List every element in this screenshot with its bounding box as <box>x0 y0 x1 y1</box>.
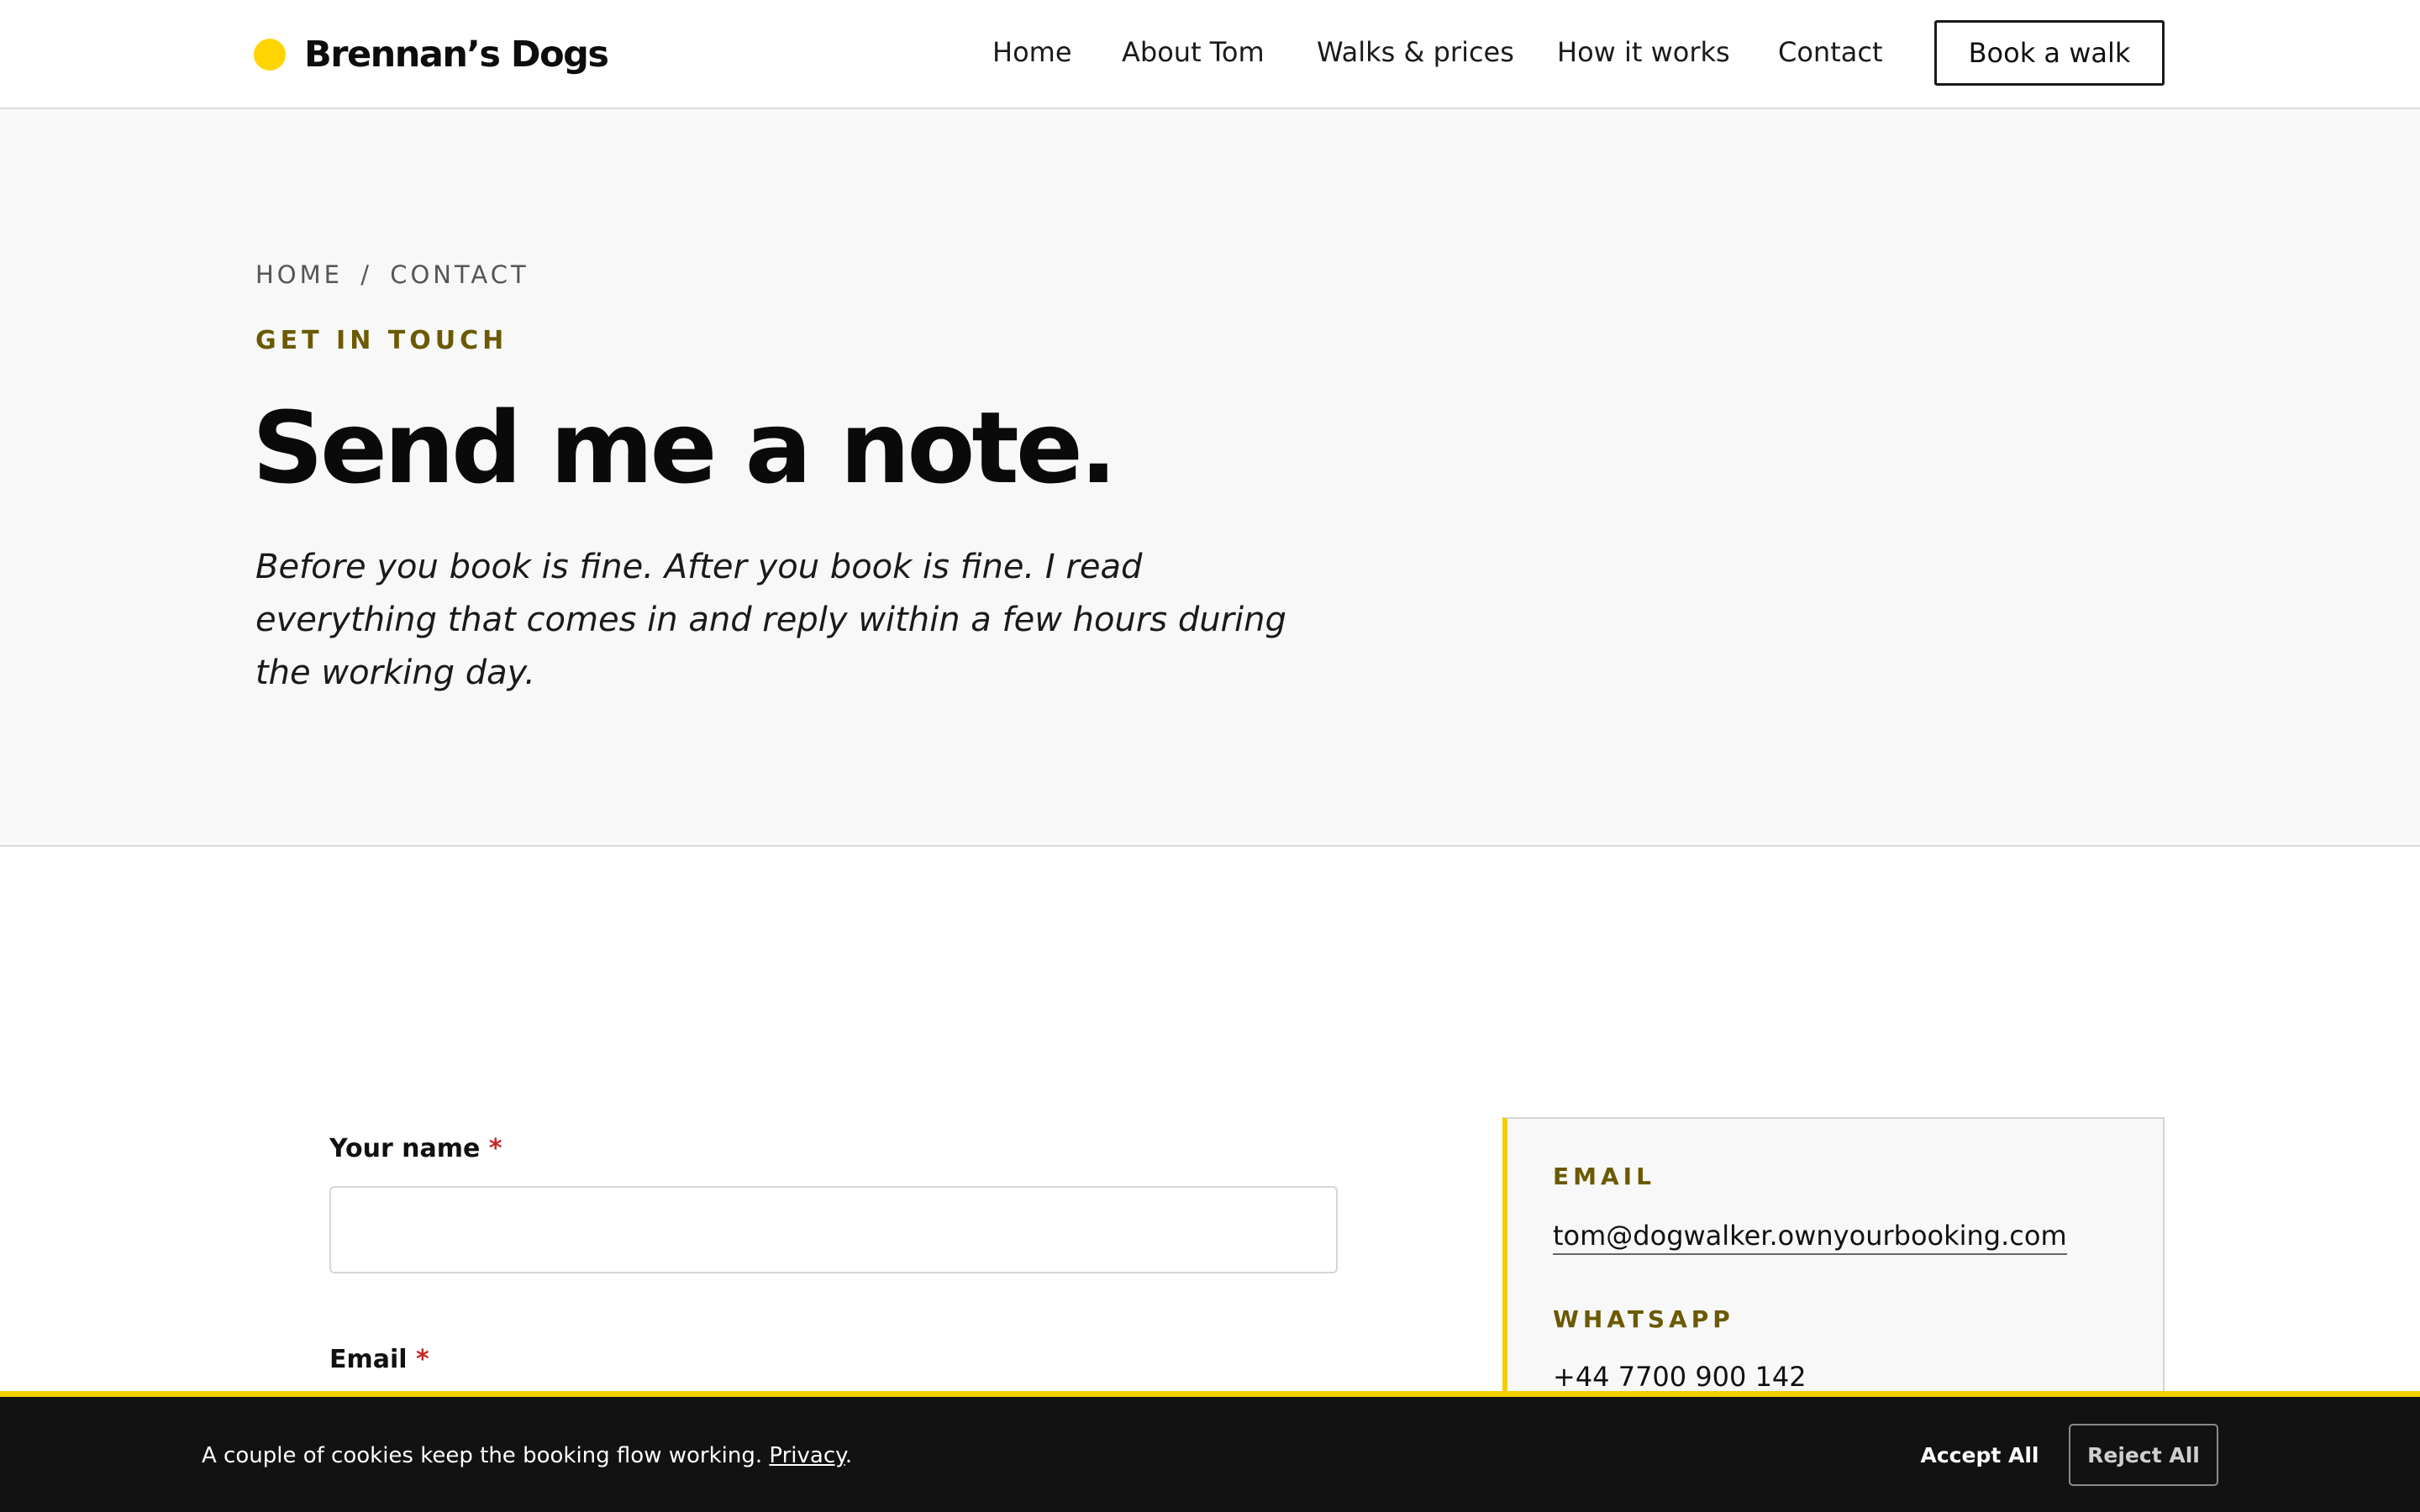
nav-item-home[interactable]: Home <box>992 36 1072 68</box>
breadcrumb-separator: / <box>360 260 372 289</box>
brand-logo[interactable]: Brennan’s Dogs <box>254 32 609 77</box>
whatsapp-heading: WHATSAPP <box>1553 1305 1734 1333</box>
required-mark: * <box>488 1134 502 1163</box>
breadcrumb-home[interactable]: HOME <box>255 260 343 289</box>
required-mark: * <box>416 1345 429 1374</box>
name-label-text: Your name <box>329 1134 481 1163</box>
email-link[interactable]: tom@dogwalker.ownyourbooking.com <box>1553 1220 2067 1255</box>
cookie-banner: A couple of cookies keep the booking flo… <box>0 1391 2420 1512</box>
name-field-label: Your name * <box>329 1134 502 1163</box>
whatsapp-number[interactable]: +44 7700 900 142 <box>1553 1361 1807 1393</box>
hero-eyebrow: GET IN TOUCH <box>255 326 508 355</box>
logo-dot-icon <box>254 39 286 71</box>
breadcrumb-current: CONTACT <box>390 260 529 289</box>
email-heading: EMAIL <box>1553 1163 1655 1190</box>
privacy-link[interactable]: Privacy <box>769 1443 844 1468</box>
brand-name: Brennan’s Dogs <box>304 34 609 76</box>
name-input[interactable] <box>329 1186 1338 1273</box>
accept-all-button[interactable]: Accept All <box>1907 1425 2052 1485</box>
nav-item-how-it-works[interactable]: How it works <box>1557 36 1730 68</box>
nav-item-contact[interactable]: Contact <box>1778 36 1883 68</box>
hero-lede: Before you book is fine. After you book … <box>255 548 1286 692</box>
cookie-message: A couple of cookies keep the booking flo… <box>202 1443 852 1468</box>
site-header: Brennan’s Dogs Home About Tom Walks & pr… <box>0 0 2420 109</box>
reject-all-button[interactable]: Reject All <box>2069 1424 2218 1486</box>
breadcrumb: HOME / CONTACT <box>255 260 529 289</box>
cookie-trailing: . <box>844 1443 853 1468</box>
email-field-label: Email * <box>329 1345 429 1374</box>
email-label-text: Email <box>329 1345 408 1374</box>
hero-section: HOME / CONTACT GET IN TOUCH Send me a no… <box>0 109 2420 847</box>
book-a-walk-button[interactable]: Book a walk <box>1934 20 2165 86</box>
nav-item-walks-prices[interactable]: Walks & prices <box>1317 36 1514 68</box>
page-title: Send me a note. <box>252 390 1118 506</box>
cookie-text: A couple of cookies keep the booking flo… <box>202 1443 763 1468</box>
nav-item-about-tom[interactable]: About Tom <box>1122 36 1265 68</box>
